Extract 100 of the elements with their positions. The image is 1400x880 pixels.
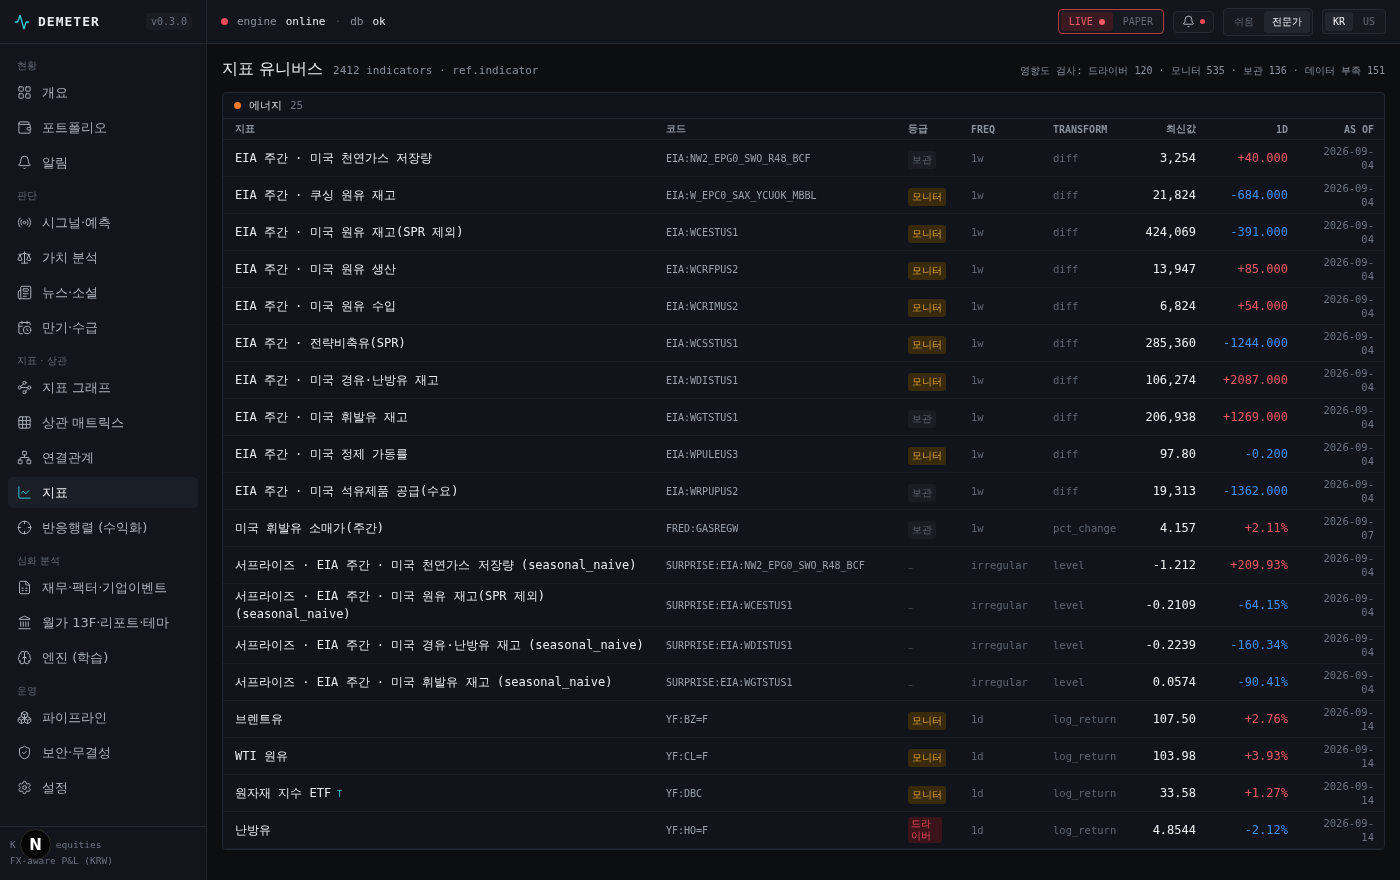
indicator-code: YF:BZ=F: [666, 713, 710, 725]
column-header[interactable]: TRANSFORM: [1053, 123, 1131, 135]
settings-icon: [17, 780, 32, 795]
sidebar-item-label: 보안·무결성: [42, 743, 112, 762]
calendar-icon: [17, 320, 32, 335]
freq-text: 1w: [971, 485, 985, 497]
sidebar-item-label: 가치 분석: [42, 248, 99, 267]
sidebar-item[interactable]: 지표: [8, 477, 198, 508]
sidebar-item[interactable]: 개요: [8, 77, 198, 108]
sidebar-item-label: 지표: [42, 483, 68, 502]
section-label: 운영: [16, 684, 38, 698]
sidebar-item[interactable]: 포트폴리오: [8, 112, 198, 143]
sidebar-item[interactable]: 연결관계: [8, 442, 198, 473]
sidebar-item-label: 반응행렬 (수익화): [42, 518, 148, 537]
column-header[interactable]: 지표: [235, 122, 666, 136]
as-of-date: 2026-09-14: [1322, 742, 1374, 770]
sidebar-item[interactable]: 시그널·예측: [8, 207, 198, 238]
sidebar-item[interactable]: 상관 매트릭스: [8, 407, 198, 438]
section-label: 판단: [16, 189, 38, 203]
sidebar-item[interactable]: 만기·수급: [8, 312, 198, 343]
change-value: -684.000: [1229, 188, 1288, 202]
indicator-name: 서프라이즈 · EIA 주간 · 미국 원유 재고(SPR 제외) (seasonal_naive): [235, 588, 547, 623]
sidebar-item[interactable]: 가치 분석: [8, 242, 198, 273]
column-header[interactable]: 1D: [1196, 123, 1288, 135]
change-value: +2.76%: [1243, 712, 1288, 726]
sidebar-item-label: 포트폴리오: [42, 118, 107, 137]
mode-option[interactable]: LIVE: [1060, 12, 1113, 31]
as-of-date: 2026-09-04: [1322, 591, 1374, 619]
market-option[interactable]: KR: [1324, 12, 1353, 31]
latest-value: 19,313: [1151, 484, 1196, 498]
indicator-name: EIA 주간 · 미국 정제 가동률: [235, 446, 409, 463]
as-of-date: 2026-09-04: [1322, 366, 1374, 394]
freq-text: 1w: [971, 522, 985, 534]
change-value: +40.000: [1236, 151, 1288, 165]
transform-text: pct_change: [1053, 522, 1118, 534]
transform-text: diff: [1053, 226, 1080, 238]
sidebar-item-label: 설정: [42, 778, 68, 797]
column-header[interactable]: FREQ: [971, 123, 1053, 135]
boxes-icon: [17, 710, 32, 725]
change-value: +54.000: [1236, 299, 1288, 313]
freq-text: 1w: [971, 226, 985, 238]
column-header[interactable]: 최신값: [1131, 122, 1196, 136]
grade-label: 모니터: [908, 187, 946, 206]
separator: ·: [334, 15, 342, 28]
latest-value: 13,947: [1151, 262, 1196, 276]
column-header[interactable]: 등급: [908, 122, 971, 136]
latest-value: -0.2109: [1144, 598, 1196, 612]
grade-label: 모니터: [908, 446, 946, 465]
indicator-name: EIA 주간 · 미국 원유 수입: [235, 298, 397, 315]
as-of-date: 2026-09-04: [1322, 631, 1374, 659]
footer-text: equities: [55, 839, 102, 850]
sidebar-item[interactable]: 파이프라인: [8, 702, 198, 733]
as-of-date: 2026-09-04: [1322, 218, 1374, 246]
latest-value: 106,274: [1144, 373, 1196, 387]
indicator-name: 서프라이즈 · EIA 주간 · 미국 휘발유 재고 (seasonal_naive): [235, 674, 613, 691]
change-value: +2087.000: [1221, 373, 1288, 387]
sidebar-item[interactable]: 반응행렬 (수익화): [8, 512, 198, 543]
change-value: -1244.000: [1221, 336, 1288, 350]
sidebar-item[interactable]: 알림: [8, 147, 198, 178]
sidebar-item-label: 알림: [42, 153, 68, 172]
sidebar-item[interactable]: 엔진 (학습): [8, 642, 198, 673]
level-option[interactable]: 전문가: [1263, 10, 1310, 33]
freq-text: 1w: [971, 337, 985, 349]
indicator-name: EIA 주간 · 쿠싱 원유 재고: [235, 187, 397, 204]
sidebar-item[interactable]: 지표 그래프: [8, 372, 198, 403]
as-of-date: 2026-09-04: [1322, 403, 1374, 431]
indicator-code: EIA:NW2_EPG0_SWO_R48_BCF: [666, 152, 812, 164]
grade-label: 모니터: [908, 372, 946, 391]
indicator-code: EIA:WGTSTUS1: [666, 411, 740, 423]
page-title: 지표 유니버스: [222, 59, 324, 80]
column-header[interactable]: AS OF: [1288, 123, 1374, 135]
transform-text: log_return: [1053, 824, 1118, 836]
bell-icon: [1181, 15, 1195, 28]
sidebar-item[interactable]: 설정: [8, 772, 198, 803]
sidebar-item-label: 파이프라인: [42, 708, 107, 727]
status-label: engine: [237, 15, 277, 28]
latest-value: 206,938: [1144, 410, 1196, 424]
sidebar-item[interactable]: 재무·팩터·기업이벤트: [8, 572, 198, 603]
page-subtitle: 2412 indicators · ref.indicator: [333, 64, 540, 77]
sidebar-item[interactable]: 보안·무결성: [8, 737, 198, 768]
grade-label: 보관: [908, 150, 936, 169]
as-of-date: 2026-09-04: [1322, 292, 1374, 320]
grade-label: 보관: [908, 483, 936, 502]
indicator-name: EIA 주간 · 미국 석유제품 공급(수요): [235, 483, 459, 500]
grade-label: –: [908, 641, 913, 653]
grade-label: –: [908, 601, 913, 613]
column-header[interactable]: 코드: [666, 122, 908, 136]
group-name: 에너지: [249, 98, 282, 113]
as-of-date: 2026-09-04: [1322, 668, 1374, 696]
live-dot-icon: [1098, 18, 1105, 25]
sidebar-item[interactable]: 뉴스·소셜: [8, 277, 198, 308]
indicator-code: EIA:WCSSTUS1: [666, 337, 740, 349]
notifications-button[interactable]: [1172, 10, 1214, 33]
transform-text: log_return: [1053, 787, 1118, 799]
grade-label: 모니터: [908, 335, 946, 354]
indicator-name: WTI 원유: [235, 748, 288, 765]
as-of-date: 2026-09-04: [1322, 255, 1374, 283]
radio-icon: [17, 215, 32, 230]
network-icon: [17, 450, 32, 465]
sidebar-item[interactable]: 월가 13F·리포트·테마: [8, 607, 198, 638]
